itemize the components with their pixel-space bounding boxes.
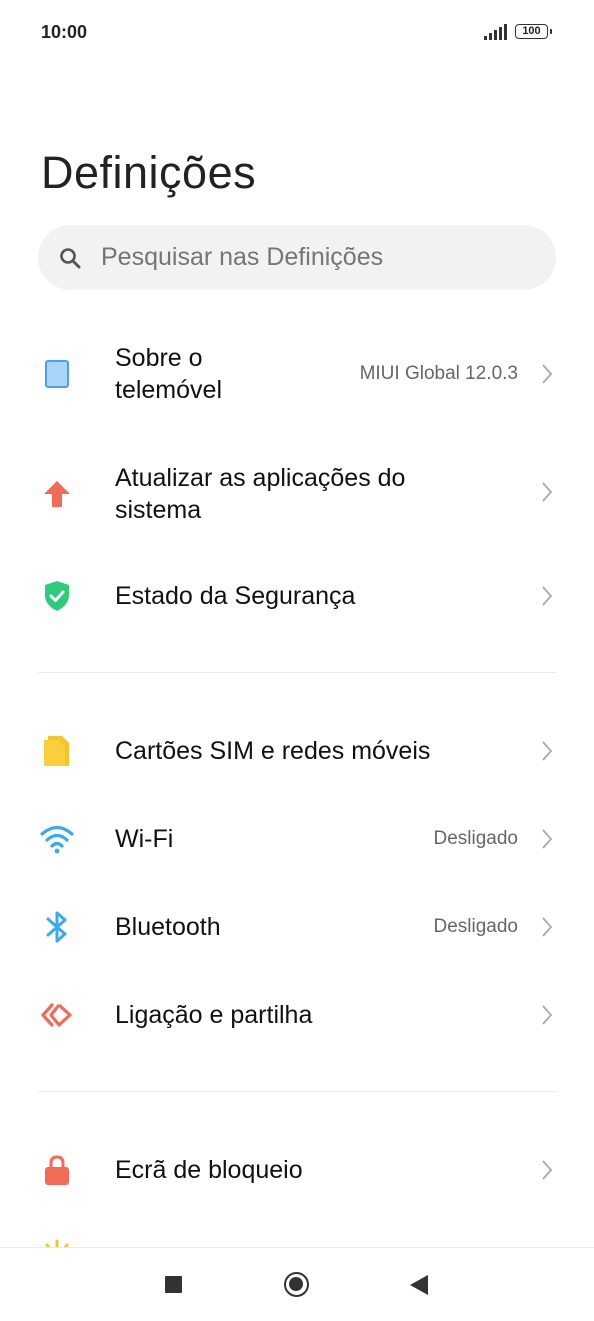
navigation-bar xyxy=(0,1247,594,1321)
status-bar: 10:00 100 xyxy=(0,0,594,66)
back-icon[interactable] xyxy=(410,1275,428,1295)
battery-icon: 100 xyxy=(515,24,552,39)
settings-item-about-phone[interactable]: Sobre o telemóvel MIUI Global 12.0.3 xyxy=(0,330,594,418)
settings-item-label: telemóvel xyxy=(115,376,222,404)
settings-item-label: sistema xyxy=(115,496,202,524)
settings-item-label: Wi-Fi xyxy=(115,825,174,853)
settings-item-bluetooth[interactable]: Bluetooth Desligado xyxy=(0,891,594,963)
home-icon[interactable] xyxy=(284,1272,309,1297)
recents-icon[interactable] xyxy=(165,1276,182,1293)
chevron-right-icon xyxy=(542,741,553,761)
sim-card-icon xyxy=(40,734,74,768)
settings-item-label: Estado da Segurança xyxy=(115,582,356,610)
phone-icon xyxy=(40,357,74,391)
chevron-right-icon xyxy=(542,917,553,937)
settings-item-label: Atualizar as aplicações do xyxy=(115,464,406,492)
page-title: Definições xyxy=(41,147,257,198)
battery-level: 100 xyxy=(522,25,541,37)
settings-item-wifi[interactable]: Wi-Fi Desligado xyxy=(0,803,594,875)
chevron-right-icon xyxy=(542,1005,553,1025)
settings-item-connection-sharing[interactable]: Ligação e partilha xyxy=(0,979,594,1051)
chevron-right-icon xyxy=(542,586,553,606)
settings-item-partial[interactable] xyxy=(0,1236,594,1247)
settings-item-label: Cartões SIM e redes móveis xyxy=(115,737,431,765)
search-icon xyxy=(60,248,81,269)
settings-item-security-status[interactable]: Estado da Segurança xyxy=(0,560,594,632)
connection-sharing-icon xyxy=(40,998,74,1032)
settings-item-value: Desligado xyxy=(433,828,519,849)
section-divider xyxy=(38,1091,556,1092)
update-arrow-icon xyxy=(40,477,74,511)
sun-icon xyxy=(45,1239,69,1247)
signal-icon xyxy=(484,24,507,40)
chevron-right-icon xyxy=(542,829,553,849)
settings-item-label: Sobre o xyxy=(115,344,203,372)
shield-check-icon xyxy=(40,579,74,613)
settings-item-label: Ligação e partilha xyxy=(115,1001,313,1029)
settings-item-value: MIUI Global 12.0.3 xyxy=(359,363,518,384)
chevron-right-icon xyxy=(542,1160,553,1180)
search-input[interactable] xyxy=(101,225,531,290)
search-bar[interactable] xyxy=(38,225,556,290)
lock-icon xyxy=(40,1153,74,1187)
chevron-right-icon xyxy=(542,364,553,384)
settings-item-label: Bluetooth xyxy=(115,913,221,941)
status-time: 10:00 xyxy=(41,22,88,42)
settings-item-sim-cards[interactable]: Cartões SIM e redes móveis xyxy=(0,715,594,787)
bluetooth-icon xyxy=(40,910,74,944)
settings-item-lock-screen[interactable]: Ecrã de bloqueio xyxy=(0,1134,594,1206)
chevron-right-icon xyxy=(542,482,553,502)
wifi-icon xyxy=(40,822,74,856)
settings-item-system-apps-update[interactable]: Atualizar as aplicações do sistema xyxy=(0,450,594,538)
settings-item-value: Desligado xyxy=(433,916,519,937)
settings-item-label: Ecrã de bloqueio xyxy=(115,1156,303,1184)
section-divider xyxy=(38,672,556,673)
